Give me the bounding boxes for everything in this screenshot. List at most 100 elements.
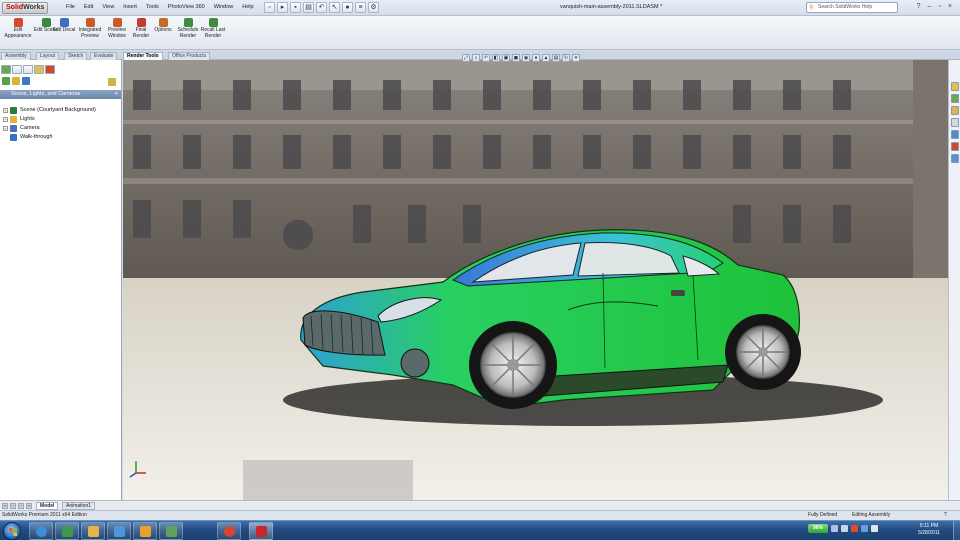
solidworks-logo[interactable]: SolidWorks bbox=[2, 2, 49, 14]
tree-item-lights[interactable]: + Lights bbox=[3, 115, 96, 124]
edit-appearance-view-icon[interactable]: ● bbox=[532, 54, 540, 62]
camera-icon bbox=[10, 125, 17, 132]
select-icon[interactable]: ↖ bbox=[329, 2, 340, 13]
menu-insert[interactable]: Insert bbox=[123, 4, 137, 10]
appearances-view-icon[interactable] bbox=[2, 77, 10, 85]
tab-model[interactable]: Model bbox=[36, 502, 59, 510]
view-settings-icon[interactable]: ▤ bbox=[552, 54, 560, 62]
file-explorer-icon[interactable] bbox=[951, 106, 959, 115]
tab-sketch[interactable]: Sketch bbox=[64, 52, 88, 60]
menu-file[interactable]: File bbox=[66, 4, 75, 10]
edit-appearance-button[interactable]: Edit Appearance bbox=[4, 18, 32, 39]
decals-view-icon[interactable] bbox=[12, 77, 20, 85]
new-file-icon[interactable]: ▫ bbox=[264, 2, 275, 13]
search-tab-icon[interactable] bbox=[951, 118, 959, 127]
tray-expand-icon[interactable] bbox=[831, 525, 838, 532]
open-file-icon[interactable]: ▸ bbox=[277, 2, 288, 13]
view-orientation-icon[interactable]: ▣ bbox=[502, 54, 510, 62]
recall-last-render-button[interactable]: Recall Last Render bbox=[199, 18, 227, 39]
menu-help[interactable]: Help bbox=[242, 4, 253, 10]
hide-show-items-icon[interactable]: ◉ bbox=[522, 54, 530, 62]
undo-icon[interactable]: ↶ bbox=[316, 2, 327, 13]
tree-item-scene[interactable]: + Scene (Courtyard Background) bbox=[3, 106, 96, 115]
taskbar-dependency[interactable] bbox=[159, 522, 183, 540]
menu-photoview[interactable]: PhotoView 360 bbox=[168, 4, 205, 10]
property-manager-tab-icon[interactable] bbox=[12, 65, 22, 74]
integrated-preview-button[interactable]: Integrated Preview bbox=[76, 18, 104, 39]
zoom-to-area-icon[interactable]: ⌕ bbox=[472, 54, 480, 62]
tree-item-walk-through[interactable]: Walk-through bbox=[3, 133, 96, 142]
scene-view-icon[interactable] bbox=[22, 77, 30, 85]
solidworks-resources-icon[interactable] bbox=[951, 82, 959, 91]
options-gear-icon[interactable]: ⚙ bbox=[368, 2, 379, 13]
pin-icon[interactable] bbox=[108, 78, 116, 86]
taskbar-ie[interactable] bbox=[29, 522, 53, 540]
taskbar-files[interactable] bbox=[81, 522, 105, 540]
tab-layout[interactable]: Layout bbox=[36, 52, 60, 60]
menu-window[interactable]: Window bbox=[214, 4, 234, 10]
collapse-icon[interactable]: « bbox=[115, 90, 118, 99]
previous-view-icon[interactable]: ↶ bbox=[482, 54, 490, 62]
menu-tools[interactable]: Tools bbox=[146, 4, 159, 10]
scroll-first-icon[interactable]: « bbox=[2, 503, 8, 509]
view-palette-icon[interactable] bbox=[951, 130, 959, 139]
tab-assembly[interactable]: Assembly bbox=[1, 52, 31, 60]
taskbar-folder[interactable] bbox=[107, 522, 131, 540]
save-icon[interactable]: ▪ bbox=[290, 2, 301, 13]
menu-edit[interactable]: Edit bbox=[84, 4, 93, 10]
display-manager-tab-icon[interactable] bbox=[45, 65, 55, 74]
integrated-preview-label: Integrated Preview bbox=[78, 27, 102, 39]
apply-scene-icon[interactable]: ▲ bbox=[542, 54, 550, 62]
print-icon[interactable]: ▤ bbox=[303, 2, 314, 13]
scroll-next-icon[interactable]: › bbox=[18, 503, 24, 509]
expand-icon[interactable]: + bbox=[3, 126, 8, 131]
close-button[interactable]: × bbox=[948, 3, 952, 10]
network-icon[interactable] bbox=[841, 525, 848, 532]
feature-manager-tab-icon[interactable] bbox=[1, 65, 11, 74]
flag-icon[interactable] bbox=[851, 525, 858, 532]
show-desktop-button[interactable] bbox=[953, 521, 960, 541]
tab-render-tools[interactable]: Render Tools bbox=[123, 52, 163, 60]
expand-icon[interactable]: + bbox=[3, 108, 8, 113]
rotate-view-icon[interactable]: ↻ bbox=[562, 54, 570, 62]
edit-decal-button[interactable]: Edit Decal bbox=[50, 18, 78, 34]
volume-icon[interactable] bbox=[871, 525, 878, 532]
scroll-prev-icon[interactable]: ‹ bbox=[10, 503, 16, 509]
configuration-manager-tab-icon[interactable] bbox=[23, 65, 33, 74]
start-button[interactable] bbox=[3, 522, 21, 540]
minimize-button[interactable]: – bbox=[928, 3, 932, 10]
render-tools-view-icon[interactable]: ✦ bbox=[572, 54, 580, 62]
file-properties-icon[interactable]: ≡ bbox=[355, 2, 366, 13]
help-tooltip-icon[interactable]: ? bbox=[944, 511, 947, 520]
system-clock[interactable]: 5:11 PM 5/28/2011 bbox=[906, 523, 952, 537]
custom-properties-icon[interactable] bbox=[951, 154, 959, 163]
monitor-icon[interactable] bbox=[861, 525, 868, 532]
dimxpert-tab-icon[interactable] bbox=[34, 65, 44, 74]
schedule-render-button[interactable]: Schedule Render bbox=[174, 18, 202, 39]
tab-evaluate[interactable]: Evaluate bbox=[90, 52, 118, 60]
appearances-scenes-icon[interactable] bbox=[951, 142, 959, 151]
taskbar-outlook[interactable] bbox=[133, 522, 157, 540]
zoom-to-fit-icon[interactable]: ⤢ bbox=[462, 54, 470, 62]
battery-indicator[interactable]: 96% bbox=[808, 524, 828, 533]
menu-view[interactable]: View bbox=[102, 4, 114, 10]
taskbar-explorer[interactable] bbox=[55, 522, 79, 540]
folder-icon bbox=[114, 526, 125, 537]
tree-item-camera[interactable]: + Camera bbox=[3, 124, 96, 133]
maximize-button[interactable]: ▫ bbox=[938, 3, 940, 10]
taskbar-chrome[interactable] bbox=[217, 522, 241, 540]
appearance-icon bbox=[13, 18, 23, 27]
expand-icon[interactable]: + bbox=[3, 117, 8, 122]
section-view-icon[interactable]: ◧ bbox=[492, 54, 500, 62]
display-style-icon[interactable]: ◼ bbox=[512, 54, 520, 62]
options-button[interactable]: Options bbox=[149, 18, 177, 34]
tab-animation1[interactable]: Animation1 bbox=[62, 502, 96, 510]
taskbar-solidworks[interactable] bbox=[249, 522, 273, 540]
rebuild-icon[interactable]: ● bbox=[342, 2, 353, 13]
search-input[interactable]: ⚲ Search SolidWorks Help bbox=[806, 2, 898, 13]
graphics-area[interactable] bbox=[123, 60, 948, 500]
tab-office-products[interactable]: Office Products bbox=[168, 52, 211, 60]
help-button[interactable]: ? bbox=[917, 3, 921, 10]
scroll-last-icon[interactable]: » bbox=[26, 503, 32, 509]
design-library-icon[interactable] bbox=[951, 94, 959, 103]
